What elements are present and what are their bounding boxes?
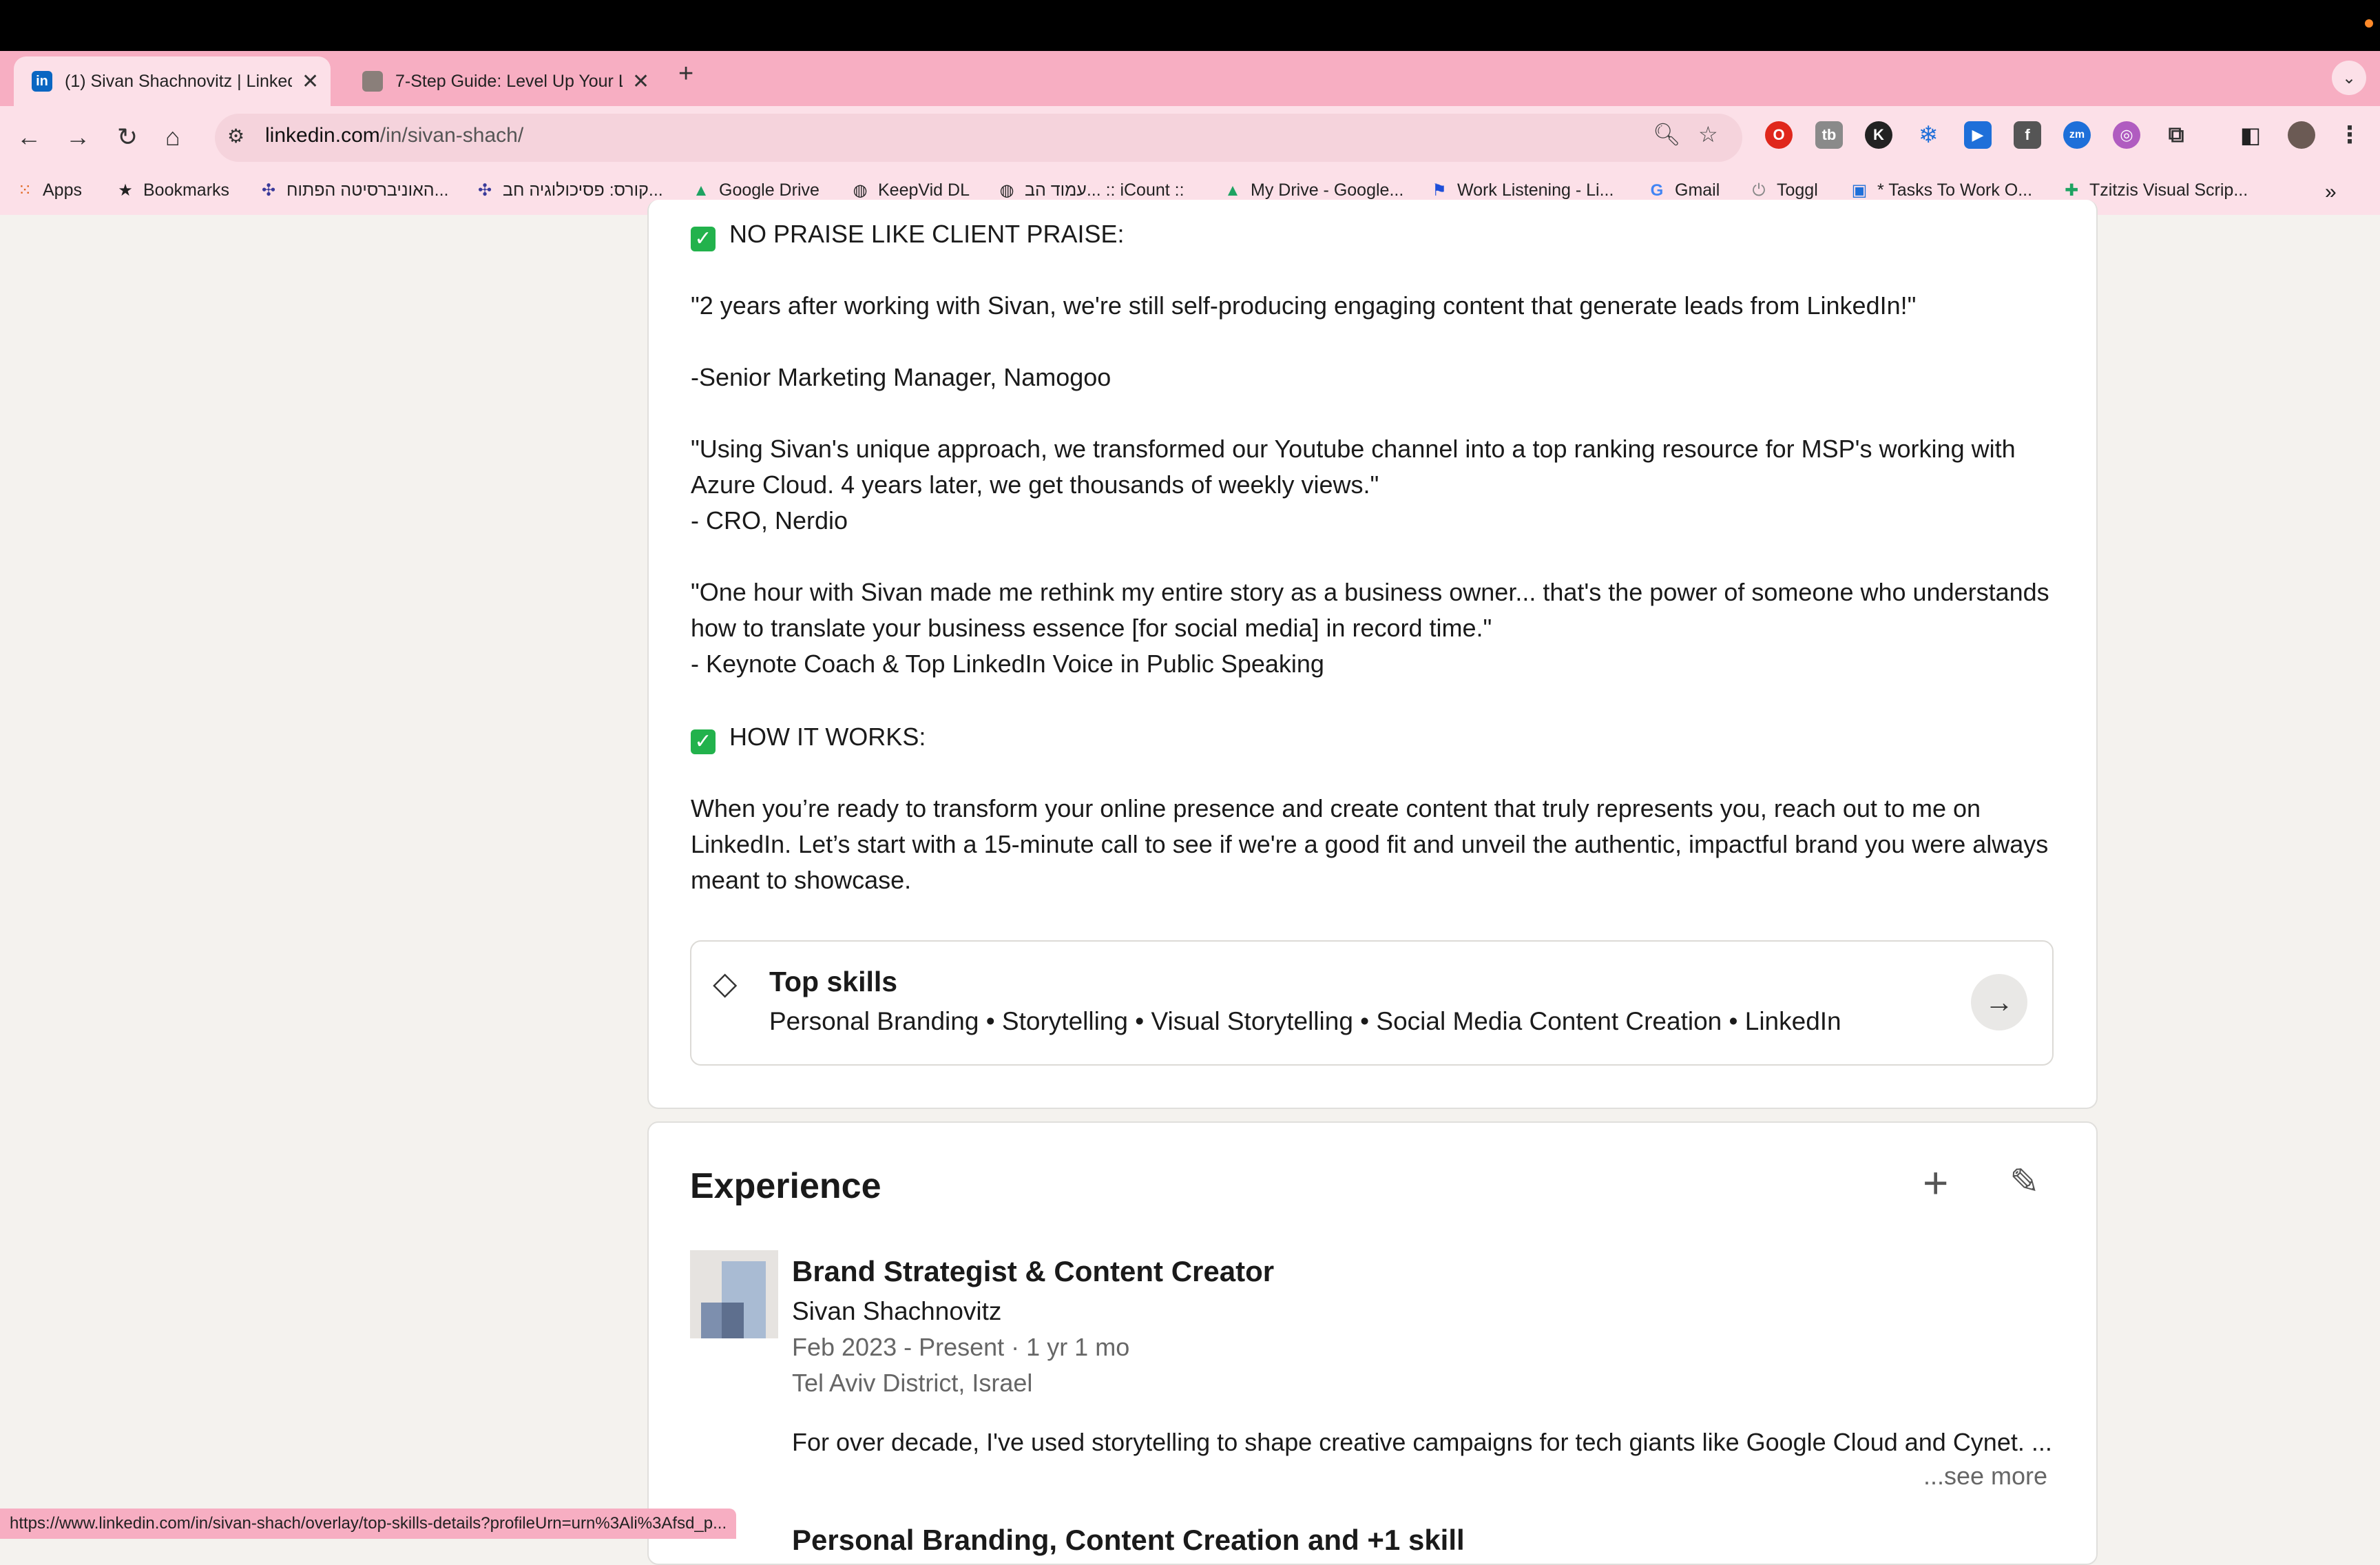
home-icon[interactable]: ⌂ [165, 123, 180, 152]
bookmark-tasks[interactable]: ▣ * Tasks To Work O... [1850, 180, 2032, 200]
bookmark-keepvid[interactable]: ◍ KeepVid DL [850, 180, 970, 200]
record-extension-icon[interactable]: ◎ [2113, 121, 2140, 149]
back-arrow-icon[interactable]: ← [17, 123, 41, 152]
bookmark-work-listening[interactable]: ⚑ Work Listening - Li... [1430, 180, 1614, 200]
bookmark-icount[interactable]: ◍ עמוד הב... :: iCount :: [997, 180, 1184, 200]
tab-title: 7-Step Guide: Level Up Your L [395, 71, 623, 91]
zm-extension-icon[interactable]: zm [2063, 121, 2091, 149]
bookmark-open-university[interactable]: ✣ האוניברסיטה הפתוח... [259, 180, 449, 200]
close-tab-icon[interactable]: ✕ [302, 70, 319, 94]
bookmarks-overflow-icon[interactable]: » [2325, 180, 2337, 204]
close-tab-icon[interactable]: ✕ [632, 70, 649, 94]
drive-icon: ▲ [1224, 180, 1241, 200]
globe-icon: ◍ [999, 181, 1014, 200]
quote-1-author: -Senior Marketing Manager, Namogoo [691, 363, 1111, 391]
experience-company: Sivan Shachnovitz [792, 1297, 1002, 1325]
url-domain: linkedin.com [265, 124, 380, 147]
forward-arrow-icon[interactable]: → [65, 123, 90, 152]
experience-role[interactable]: Brand Strategist & Content Creator [792, 1255, 1274, 1288]
flag-icon: ⚑ [1432, 181, 1447, 200]
bookmark-star-icon[interactable]: ☆ [1698, 121, 1718, 147]
top-skills-title: Top skills [769, 966, 898, 997]
k-extension-icon[interactable]: K [1865, 121, 1892, 149]
quote-3: "One hour with Sivan made me rethink my … [691, 578, 2049, 642]
opera-extension-icon[interactable]: O [1765, 121, 1793, 149]
tab-linkedin[interactable]: in (1) Sivan Shachnovitz | Linked ✕ [14, 56, 331, 106]
plus-sheet-icon: ✚ [2064, 181, 2079, 200]
experience-title: Experience [690, 1166, 881, 1206]
recording-indicator-icon [2365, 19, 2373, 28]
star-icon: ★ [118, 181, 133, 200]
new-tab-button[interactable]: + [678, 59, 693, 89]
link-status-bar: https://www.linkedin.com/in/sivan-shach/… [0, 1509, 737, 1539]
checkmark-icon: ✓ [691, 227, 716, 251]
arrow-right-icon[interactable]: → [1971, 974, 2027, 1030]
edit-pencil-icon[interactable]: ✎ [2010, 1161, 2040, 1203]
bookmark-gmail[interactable]: G Gmail [1647, 180, 1720, 200]
bookmark-google-drive[interactable]: ▲ Google Drive [691, 180, 820, 200]
top-skills-list: Personal Branding • Storytelling • Visua… [769, 1007, 1841, 1035]
see-more-button[interactable]: ...see more [1923, 1462, 2047, 1491]
quote-3-author: - Keynote Coach & Top LinkedIn Voice in … [691, 650, 1324, 678]
site-settings-icon[interactable]: ⚙ [227, 125, 244, 147]
bookmark-apps[interactable]: ⁙ Apps [15, 180, 82, 200]
company-logo-graphic [701, 1261, 766, 1338]
network-icon: ✣ [261, 181, 276, 200]
drive-icon: ▲ [693, 180, 709, 200]
experience-description: For over decade, I've used storytelling … [792, 1428, 2052, 1456]
side-panel-icon[interactable]: ◧ [2237, 121, 2264, 149]
url-path: /in/sivan-shach/ [379, 124, 524, 147]
linkedin-icon: in [32, 71, 52, 92]
network-icon: ✣ [477, 181, 492, 200]
how-it-works-heading: ✓ HOW IT WORKS: [691, 719, 2054, 755]
google-icon: G [1650, 180, 1664, 200]
experience-skills-line: Personal Branding, Content Creation and … [792, 1524, 1465, 1556]
profile-favicon-icon [362, 71, 383, 92]
bookmark-bookmarks[interactable]: ★ Bookmarks [116, 180, 229, 200]
snowflake-extension-icon[interactable]: ❄ [1914, 121, 1942, 149]
screencast-extension-icon[interactable]: ▶ [1964, 121, 1992, 149]
power-icon: ⏻ [1752, 180, 1766, 200]
bookmark-psychology-course[interactable]: ✣ קורס: פסיכולוגיה חב... [475, 180, 663, 200]
experience-dates: Feb 2023 - Present · 1 yr 1 mo [792, 1333, 1130, 1361]
zoom-icon[interactable]: 🔍︎ [1653, 121, 1681, 147]
tab-guide[interactable]: 7-Step Guide: Level Up Your L ✕ [344, 56, 661, 106]
tb-extension-icon[interactable]: tb [1815, 121, 1843, 149]
diamond-icon: ◇ [713, 965, 738, 1001]
globe-icon: ◍ [853, 181, 868, 200]
checkmark-icon: ✓ [691, 729, 716, 754]
bookmark-my-drive[interactable]: ▲ My Drive - Google... [1223, 180, 1403, 200]
system-menu-bar [0, 0, 2380, 51]
bookmark-toggl[interactable]: ⏻ Toggl [1749, 180, 1818, 200]
how-it-works-text: When you’re ready to transform your onli… [691, 794, 2049, 894]
bookmark-tzitzis[interactable]: ✚ Tzitzis Visual Scrip... [2062, 180, 2248, 200]
facebook-extension-icon[interactable]: f [2014, 121, 2041, 149]
more-menu-icon[interactable]: ⋮ [2336, 121, 2363, 149]
tab-search-chevron-icon[interactable]: ⌄ [2332, 61, 2366, 95]
tab-title: (1) Sivan Shachnovitz | Linked [65, 71, 292, 91]
add-icon[interactable]: + [1923, 1157, 1948, 1208]
praise-heading: ✓ NO PRAISE LIKE CLIENT PRAISE: [691, 216, 2054, 252]
quote-2: "Using Sivan's unique approach, we trans… [691, 435, 2016, 499]
tasks-icon: ▣ [1851, 181, 1868, 200]
top-skills-box[interactable] [690, 940, 2054, 1066]
apps-grid-icon: ⁙ [17, 181, 32, 200]
quote-1: "2 years after working with Sivan, we're… [691, 291, 1917, 320]
quote-2-author: - CRO, Nerdio [691, 506, 848, 535]
extensions-puzzle-icon[interactable]: ⧉ [2162, 121, 2190, 149]
experience-location: Tel Aviv District, Israel [792, 1369, 1033, 1397]
reload-icon[interactable]: ↻ [117, 123, 138, 152]
company-logo[interactable] [690, 1250, 778, 1338]
url-text[interactable]: linkedin.com/in/sivan-shach/ [265, 124, 523, 147]
avatar[interactable] [2288, 121, 2315, 149]
